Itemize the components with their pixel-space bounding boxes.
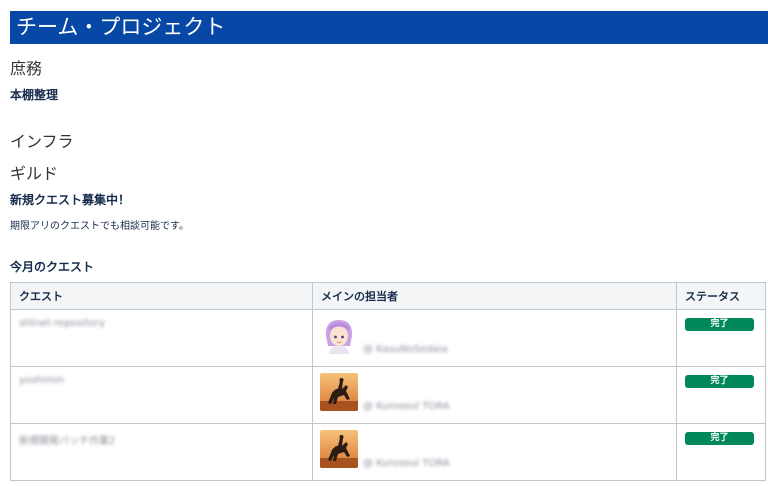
status-badge: 完了 xyxy=(685,375,754,388)
status-cell: 完了 xyxy=(676,366,766,424)
section-heading-guild: ギルド xyxy=(10,164,59,183)
quest-cell: 新規開発パッチ作業2 xyxy=(10,423,313,481)
table-row: shtnet-repository @ KasuNoSedaia 完了 xyxy=(10,309,766,367)
subheading-recruit: 新規クエスト募集中！ xyxy=(10,193,131,207)
table-row: 新規開発パッチ作業2 @ Kurosoul TORA 完了 xyxy=(10,423,766,481)
page-title: チーム・プロジェクト xyxy=(10,11,768,44)
quest-cell: shtnet-repository xyxy=(10,309,313,367)
assignee-cell: @ KasuNoSedaia xyxy=(312,309,677,367)
status-badge: 完了 xyxy=(685,318,754,331)
recruit-text: 期限アリのクエストでも相談可能です。 xyxy=(10,221,189,232)
assignee-name[interactable]: @ Kurosoul TORA xyxy=(363,401,450,412)
status-cell: 完了 xyxy=(676,309,766,367)
anime-girl-avatar-icon[interactable] xyxy=(320,316,358,354)
quest-name[interactable]: 新規開発パッチ作業2 xyxy=(19,432,115,447)
subheading-monthly-quests: 今月のクエスト xyxy=(10,260,95,274)
section-heading-general: 庶務 xyxy=(10,59,43,78)
status-badge: 完了 xyxy=(685,432,754,445)
assignee-cell: @ Kurosoul TORA xyxy=(312,366,677,424)
quest-name[interactable]: shtnet-repository xyxy=(19,318,105,329)
table-row: yoshimin @ Kurosoul TORA 完了 xyxy=(10,366,766,424)
status-cell: 完了 xyxy=(676,423,766,481)
quest-name[interactable]: yoshimin xyxy=(19,375,64,386)
column-header-quest: クエスト xyxy=(10,282,313,310)
assignee-cell: @ Kurosoul TORA xyxy=(312,423,677,481)
table-header-row: クエスト メインの担当者 ステータス xyxy=(10,282,766,310)
confluence-page: チーム・プロジェクト 庶務 本棚整理 インフラ ギルド 新規クエスト募集中！ 期… xyxy=(0,0,768,486)
horse-rider-avatar-icon[interactable] xyxy=(320,373,358,411)
quest-table: クエスト メインの担当者 ステータス shtnet-repository @ K… xyxy=(10,282,766,481)
column-header-status: ステータス xyxy=(676,282,766,310)
assignee-name[interactable]: @ Kurosoul TORA xyxy=(363,458,450,469)
section-heading-infra: インフラ xyxy=(10,132,74,151)
horse-rider-avatar-icon[interactable] xyxy=(320,430,358,468)
column-header-assignee: メインの担当者 xyxy=(312,282,677,310)
assignee-name[interactable]: @ KasuNoSedaia xyxy=(363,344,448,355)
quest-cell: yoshimin xyxy=(10,366,313,424)
subheading-bookshelf: 本棚整理 xyxy=(10,88,59,102)
